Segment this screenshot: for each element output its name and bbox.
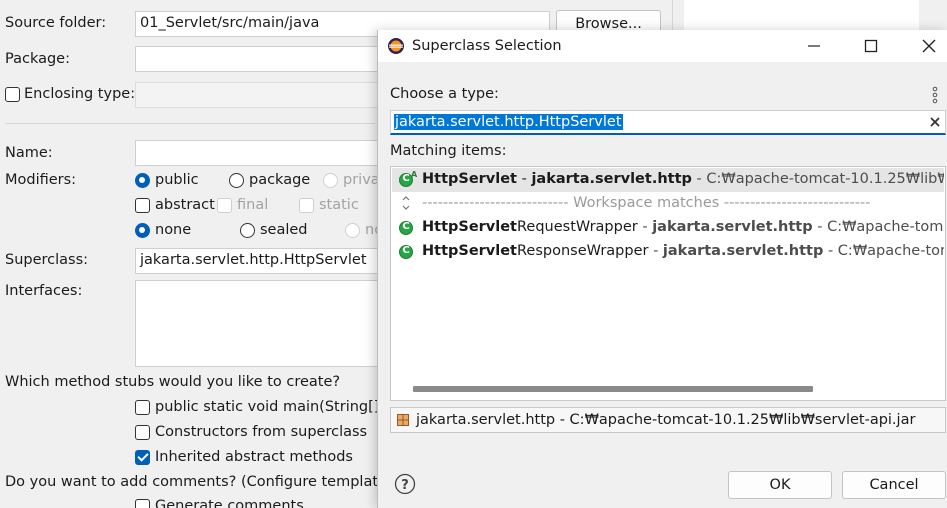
choose-type-label: Choose a type: bbox=[390, 86, 499, 102]
interfaces-list[interactable] bbox=[135, 280, 385, 367]
superclass-label: Superclass: bbox=[5, 252, 89, 268]
modifier-non-sealed-radio[interactable] bbox=[345, 223, 360, 238]
package-label: Package: bbox=[5, 51, 70, 67]
dialog-title: Superclass Selection bbox=[412, 38, 562, 54]
modifier-sealed-label: sealed bbox=[260, 222, 308, 238]
class-icon bbox=[399, 221, 413, 235]
modifier-static-checkbox[interactable] bbox=[299, 198, 314, 213]
stub-constructors-checkbox[interactable] bbox=[135, 425, 150, 440]
enclosing-type-field[interactable] bbox=[135, 82, 385, 108]
package-field[interactable] bbox=[135, 46, 385, 72]
list-item[interactable]: HttpServletResponseWrapper - jakarta.ser… bbox=[392, 240, 944, 264]
abstract-badge-icon: A bbox=[411, 170, 418, 179]
enclosing-type-label: Enclosing type: bbox=[24, 86, 136, 102]
class-icon bbox=[399, 245, 413, 259]
modifier-none-label: none bbox=[155, 222, 192, 238]
enclosing-type-checkbox[interactable] bbox=[5, 87, 20, 102]
modifier-abstract-label: abstract bbox=[155, 197, 215, 213]
modifiers-label: Modifiers: bbox=[5, 172, 77, 188]
superclass-field[interactable]: jakarta.servlet.http.HttpServlet bbox=[135, 248, 385, 274]
source-folder-label: Source folder: bbox=[5, 15, 107, 31]
modifier-public-radio[interactable] bbox=[135, 173, 150, 188]
workspace-matches-separator: ---------------------------- Workspace m… bbox=[392, 192, 944, 216]
matching-items-label: Matching items: bbox=[390, 143, 507, 159]
modifier-public-label: public bbox=[155, 172, 199, 188]
type-search-text: jakarta.servlet.http.HttpServlet bbox=[394, 114, 623, 130]
stub-constructors-label: Constructors from superclass bbox=[155, 424, 368, 440]
cancel-button[interactable]: Cancel bbox=[842, 471, 946, 499]
package-icon bbox=[397, 414, 409, 426]
modifier-package-label: package bbox=[249, 172, 311, 188]
comments-question: Do you want to add comments? (Configure … bbox=[5, 474, 395, 490]
list-item-text: HttpServletResponseWrapper - jakarta.ser… bbox=[422, 243, 944, 259]
list-item[interactable]: HttpServletRequestWrapper - jakarta.serv… bbox=[392, 216, 944, 240]
name-label: Name: bbox=[5, 145, 53, 161]
superclass-selection-dialog: Superclass Selection Choose a type: jaka… bbox=[377, 30, 947, 508]
generate-comments-label: Generate comments bbox=[155, 498, 304, 508]
type-search-input[interactable]: jakarta.servlet.http.HttpServlet bbox=[390, 110, 946, 135]
modifier-final-checkbox[interactable] bbox=[217, 198, 232, 213]
modifier-sealed-radio[interactable] bbox=[240, 223, 255, 238]
status-text: jakarta.servlet.http - C:₩apache-tomcat-… bbox=[416, 412, 916, 428]
stub-main-checkbox[interactable] bbox=[135, 400, 150, 415]
interfaces-label: Interfaces: bbox=[5, 283, 83, 299]
generate-comments-checkbox[interactable] bbox=[135, 499, 150, 508]
status-bar: jakarta.servlet.http - C:₩apache-tomcat-… bbox=[390, 407, 946, 433]
list-item-text: HttpServletRequestWrapper - jakarta.serv… bbox=[422, 219, 944, 235]
horizontal-scrollbar[interactable] bbox=[413, 386, 813, 392]
name-field[interactable] bbox=[135, 140, 385, 166]
minimize-icon[interactable] bbox=[806, 38, 822, 54]
list-item-text: HttpServlet - jakarta.servlet.http - C:₩… bbox=[422, 171, 944, 187]
modifier-abstract-checkbox[interactable] bbox=[135, 198, 150, 213]
close-icon[interactable] bbox=[921, 38, 937, 54]
modifier-static-label: static bbox=[319, 197, 359, 213]
stub-inherited-checkbox[interactable] bbox=[135, 450, 150, 465]
wizard-right-divider bbox=[672, 0, 673, 30]
method-stubs-question: Which method stubs would you like to cre… bbox=[5, 374, 341, 390]
svg-text:?: ? bbox=[401, 478, 409, 493]
side-panel bbox=[684, 0, 919, 30]
modifier-none-radio[interactable] bbox=[135, 223, 150, 238]
stub-inherited-label: Inherited abstract methods bbox=[155, 449, 353, 465]
dialog-titlebar[interactable]: Superclass Selection bbox=[378, 30, 947, 62]
collapse-expand-icon bbox=[401, 194, 411, 212]
maximize-icon[interactable] bbox=[863, 38, 879, 54]
clear-icon[interactable] bbox=[929, 116, 941, 128]
separator bbox=[5, 123, 375, 124]
modifier-package-radio[interactable] bbox=[229, 173, 244, 188]
matching-items-list[interactable]: A HttpServlet - jakarta.servlet.http - C… bbox=[390, 166, 946, 401]
eclipse-icon bbox=[387, 37, 405, 55]
help-icon[interactable]: ? bbox=[394, 473, 416, 495]
list-item[interactable]: A HttpServlet - jakarta.servlet.http - C… bbox=[392, 168, 944, 192]
modifier-final-label: final bbox=[237, 197, 269, 213]
more-menu-icon[interactable] bbox=[931, 86, 939, 104]
modifier-private-radio[interactable] bbox=[323, 173, 338, 188]
ok-button[interactable]: OK bbox=[728, 471, 832, 499]
